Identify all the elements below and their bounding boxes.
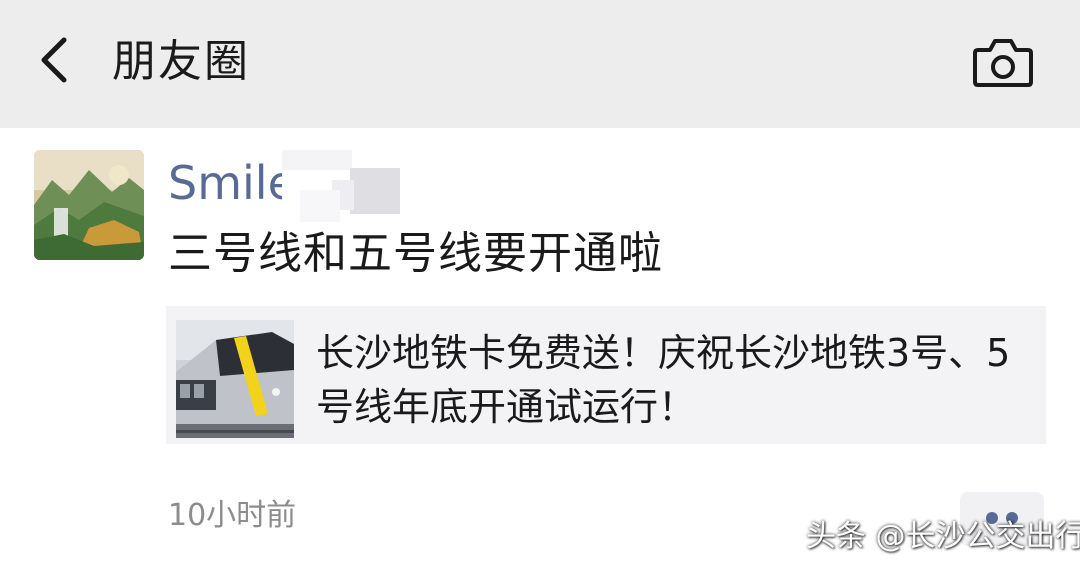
back-button[interactable] <box>28 30 88 90</box>
post-text: 三号线和五号线要开通啦 <box>168 228 663 279</box>
share-thumbnail <box>176 320 294 438</box>
top-bar: 朋友圈 <box>0 0 1080 128</box>
post-time: 10小时前 <box>168 498 297 533</box>
avatar-image <box>34 150 144 260</box>
camera-button[interactable] <box>972 36 1034 88</box>
source-watermark: 头条 @长沙公交出行 <box>806 519 1080 554</box>
moments-screen: 朋友圈 Smile 三号线和五号线要开通啦 长沙地铁卡免费送！庆祝长沙地铁3号、… <box>0 0 1080 569</box>
camera-icon <box>973 39 1033 87</box>
username[interactable]: Smile <box>168 152 296 214</box>
privacy-mosaic <box>282 150 412 228</box>
shared-link-card[interactable]: 长沙地铁卡免费送！庆祝长沙地铁3号、5号线年底开通试运行！ <box>166 306 1046 444</box>
page-title: 朋友圈 <box>112 36 250 87</box>
chevron-left-icon <box>41 37 67 83</box>
share-title: 长沙地铁卡免费送！庆祝长沙地铁3号、5号线年底开通试运行！ <box>316 331 1011 429</box>
metro-train-image <box>176 320 294 438</box>
avatar[interactable] <box>34 150 144 260</box>
